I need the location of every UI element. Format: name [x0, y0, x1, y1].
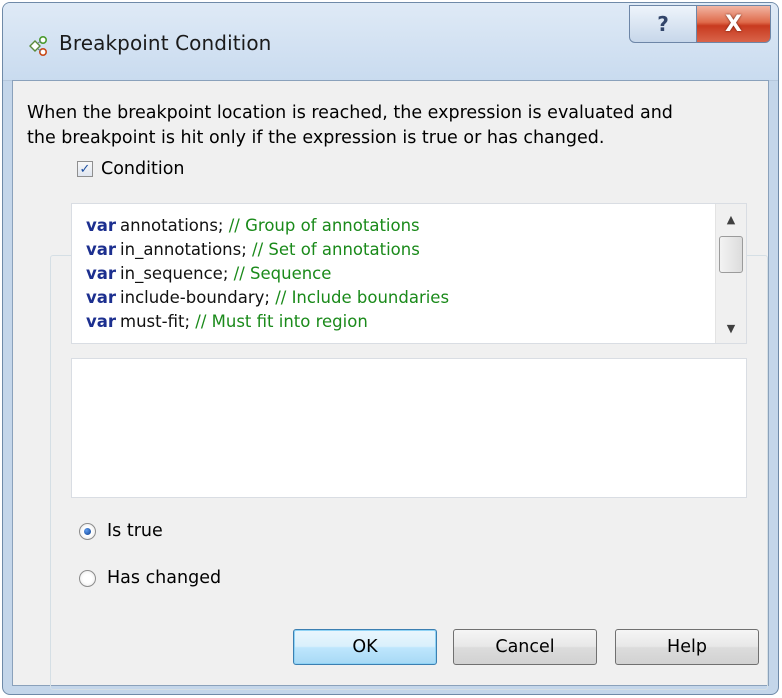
- code-identifier: annotations;: [120, 216, 224, 235]
- code-scrollbar[interactable]: ▲ ▼: [715, 204, 746, 343]
- code-line: var include-boundary; // Include boundari…: [86, 286, 449, 310]
- window-title: Breakpoint Condition: [59, 31, 272, 55]
- code-identifier: in_sequence;: [120, 264, 229, 283]
- code-comment: // Sequence: [233, 264, 332, 283]
- code-identifier: in_annotations;: [120, 240, 247, 259]
- code-comment: // Include boundaries: [275, 288, 450, 307]
- question-mark-icon: ?: [657, 12, 669, 36]
- option-is-true[interactable]: Is true: [79, 521, 163, 541]
- code-line: var must-fit; // Must fit into region: [86, 310, 449, 334]
- help-button[interactable]: Help: [615, 629, 759, 665]
- has-changed-radio[interactable]: [79, 569, 96, 587]
- title-bar[interactable]: Breakpoint Condition ? X: [3, 3, 778, 81]
- cancel-button[interactable]: Cancel: [453, 629, 597, 665]
- breakpoint-condition-icon: [29, 35, 48, 57]
- code-identifier: include-boundary;: [120, 288, 270, 307]
- is-true-label: Is true: [107, 521, 163, 541]
- code-line: var annotations; // Group of annotations: [86, 214, 449, 238]
- variables-code-view[interactable]: var annotations; // Group of annotations v…: [71, 203, 747, 344]
- scroll-up-icon[interactable]: ▲: [720, 208, 742, 230]
- has-changed-label: Has changed: [107, 568, 222, 588]
- title-help-button[interactable]: ?: [629, 5, 697, 43]
- code-keyword: var: [86, 288, 117, 307]
- checkmark-icon: ✓: [79, 161, 91, 177]
- condition-checkbox-row[interactable]: ✓ Condition: [73, 159, 193, 179]
- code-keyword: var: [86, 240, 117, 259]
- code-keyword: var: [86, 264, 117, 283]
- code-comment: // Group of annotations: [228, 216, 420, 235]
- code-lines: var annotations; // Group of annotations v…: [86, 214, 449, 334]
- code-comment: // Must fit into region: [195, 312, 368, 331]
- expression-input[interactable]: [71, 358, 747, 498]
- scroll-down-icon[interactable]: ▼: [720, 317, 742, 339]
- description-text: When the breakpoint location is reached,…: [27, 103, 673, 148]
- is-true-radio[interactable]: [79, 522, 96, 540]
- code-identifier: must-fit;: [120, 312, 191, 331]
- code-keyword: var: [86, 312, 117, 331]
- ok-button[interactable]: OK: [293, 629, 437, 665]
- code-line: var in_sequence; // Sequence: [86, 262, 449, 286]
- dialog-window: Breakpoint Condition ? X When the breakp…: [2, 2, 779, 695]
- code-keyword: var: [86, 216, 117, 235]
- close-icon: X: [725, 11, 742, 37]
- title-close-button[interactable]: X: [697, 5, 771, 43]
- condition-label: Condition: [101, 159, 185, 179]
- dialog-body: When the breakpoint location is reached,…: [12, 80, 769, 690]
- scroll-thumb[interactable]: [719, 236, 743, 273]
- code-line: var in_annotations; // Set of annotations: [86, 238, 449, 262]
- condition-checkbox[interactable]: ✓: [77, 161, 93, 177]
- code-comment: // Set of annotations: [252, 240, 420, 259]
- option-has-changed[interactable]: Has changed: [79, 568, 221, 588]
